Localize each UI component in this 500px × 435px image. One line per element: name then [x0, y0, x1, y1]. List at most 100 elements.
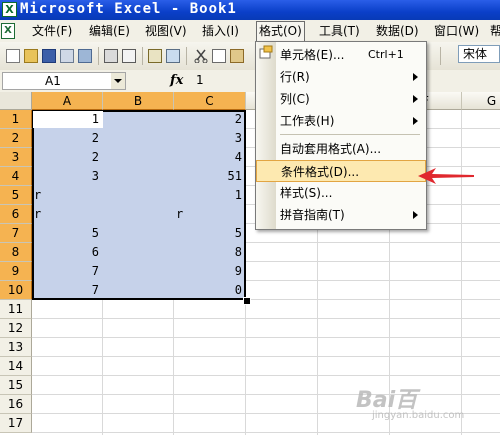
cell-a1[interactable]: 1: [32, 110, 103, 129]
cell-a5[interactable]: r: [32, 186, 103, 205]
name-box-value: A1: [45, 74, 61, 88]
cell-a2[interactable]: 2: [32, 129, 103, 148]
research-icon[interactable]: [166, 49, 180, 63]
cell-c1[interactable]: 2: [174, 110, 246, 129]
row-header-9[interactable]: 9: [0, 262, 32, 281]
excel-app-icon[interactable]: X: [2, 2, 17, 17]
column-header-c[interactable]: C: [174, 92, 246, 110]
menu-item-label: 样式(S)...: [280, 186, 333, 200]
row-header-6[interactable]: 6: [0, 205, 32, 224]
cell-a9[interactable]: 7: [32, 262, 103, 281]
menu-data[interactable]: 数据(D): [376, 23, 419, 39]
chevron-down-icon[interactable]: [111, 73, 125, 89]
row-header-3[interactable]: 3: [0, 148, 32, 167]
menu-separator: [280, 134, 420, 135]
row-header-2[interactable]: 2: [0, 129, 32, 148]
submenu-arrow-icon: [413, 95, 418, 103]
menu-item-style[interactable]: 样式(S)...: [256, 182, 426, 204]
select-all-corner[interactable]: [0, 92, 32, 110]
menu-item-autoformat[interactable]: 自动套用格式(A)...: [256, 138, 426, 160]
cell-c5[interactable]: 1: [174, 186, 246, 205]
menu-edit[interactable]: 编辑(E): [89, 23, 130, 39]
window-title: Microsoft Excel - Book1: [20, 1, 237, 17]
menu-view[interactable]: 视图(V): [145, 23, 187, 39]
menu-item-cells[interactable]: 单元格(E)... Ctrl+1: [256, 44, 426, 66]
menu-format[interactable]: 格式(O): [256, 21, 305, 41]
email-icon[interactable]: [78, 49, 92, 63]
menu-item-shortcut: Ctrl+1: [368, 48, 404, 61]
menu-item-phonetic-guide[interactable]: 拼音指南(T): [256, 204, 426, 226]
cell-c4[interactable]: 51: [174, 167, 246, 186]
column-header-g[interactable]: G: [462, 92, 500, 110]
row-header-4[interactable]: 4: [0, 167, 32, 186]
row-header-5[interactable]: 5: [0, 186, 32, 205]
menu-item-label: 列(C): [280, 92, 310, 106]
row-header-10[interactable]: 10: [0, 281, 32, 300]
menu-item-label: 单元格(E)...: [280, 48, 345, 62]
row-header-11[interactable]: 11: [0, 300, 32, 319]
cell-a10[interactable]: 7: [32, 281, 103, 300]
formula-input[interactable]: 1: [196, 73, 204, 87]
menu-item-conditional-formatting[interactable]: 条件格式(D)...: [256, 160, 426, 182]
cell-c6[interactable]: r: [174, 205, 246, 224]
cell-c9[interactable]: 9: [174, 262, 246, 281]
row-header-17[interactable]: 17: [0, 414, 32, 433]
print-icon[interactable]: [104, 49, 118, 63]
cell-c2[interactable]: 3: [174, 129, 246, 148]
menu-insert[interactable]: 插入(I): [202, 23, 239, 39]
row-header-7[interactable]: 7: [0, 224, 32, 243]
copy-icon[interactable]: [212, 49, 226, 63]
cell-c8[interactable]: 8: [174, 243, 246, 262]
red-pointer-arrow-icon: [418, 168, 474, 184]
font-name-box[interactable]: 宋体: [458, 45, 500, 63]
submenu-arrow-icon: [413, 211, 418, 219]
watermark-url: jingyan.baidu.com: [372, 410, 465, 421]
cell-a6[interactable]: r: [32, 205, 103, 224]
save-icon[interactable]: [42, 49, 56, 63]
name-box[interactable]: A1: [2, 72, 126, 90]
permission-icon[interactable]: [60, 49, 74, 63]
cell-a3[interactable]: 2: [32, 148, 103, 167]
paste-icon[interactable]: [230, 49, 244, 63]
menu-window[interactable]: 窗口(W): [434, 23, 479, 39]
toolbar-separator: [98, 47, 99, 65]
menu-file[interactable]: 文件(F): [32, 23, 72, 39]
row-header-16[interactable]: 16: [0, 395, 32, 414]
column-header-b[interactable]: B: [103, 92, 174, 110]
menu-help[interactable]: 帮: [490, 23, 500, 39]
menu-item-row[interactable]: 行(R): [256, 66, 426, 88]
menu-item-label: 行(R): [280, 70, 310, 84]
format-menu-dropdown: 单元格(E)... Ctrl+1 行(R) 列(C) 工作表(H) 自动套用格式(A)..…: [255, 41, 427, 230]
toolbar-separator: [186, 47, 187, 65]
insert-function-icon[interactable]: fx: [170, 73, 183, 88]
menu-item-label: 工作表(H): [280, 114, 335, 128]
submenu-arrow-icon: [413, 73, 418, 81]
row-header-8[interactable]: 8: [0, 243, 32, 262]
cell-c10[interactable]: 0: [174, 281, 246, 300]
column-header-a[interactable]: A: [32, 92, 103, 110]
fill-handle[interactable]: [243, 297, 251, 305]
row-header-15[interactable]: 15: [0, 376, 32, 395]
cell-a7[interactable]: 5: [32, 224, 103, 243]
menu-item-sheet[interactable]: 工作表(H): [256, 110, 426, 132]
toolbar-separator: [440, 47, 441, 65]
row-header-12[interactable]: 12: [0, 319, 32, 338]
row-header-13[interactable]: 13: [0, 338, 32, 357]
new-icon[interactable]: [6, 49, 20, 63]
cell-a4[interactable]: 3: [32, 167, 103, 186]
cell-c3[interactable]: 4: [174, 148, 246, 167]
menu-item-label: 自动套用格式(A)...: [280, 142, 382, 156]
row-header-1[interactable]: 1: [0, 110, 32, 129]
menu-item-column[interactable]: 列(C): [256, 88, 426, 110]
baidu-watermark: Bai百 jingyan.baidu.com: [356, 382, 496, 422]
cell-c7[interactable]: 5: [174, 224, 246, 243]
open-icon[interactable]: [24, 49, 38, 63]
spelling-icon[interactable]: [148, 49, 162, 63]
print-preview-icon[interactable]: [122, 49, 136, 63]
menu-tools[interactable]: 工具(T): [319, 23, 360, 39]
document-menu-icon[interactable]: X: [1, 23, 15, 39]
cut-icon[interactable]: [194, 49, 208, 64]
menu-item-label: 条件格式(D)...: [281, 165, 360, 179]
cell-a8[interactable]: 6: [32, 243, 103, 262]
row-header-14[interactable]: 14: [0, 357, 32, 376]
